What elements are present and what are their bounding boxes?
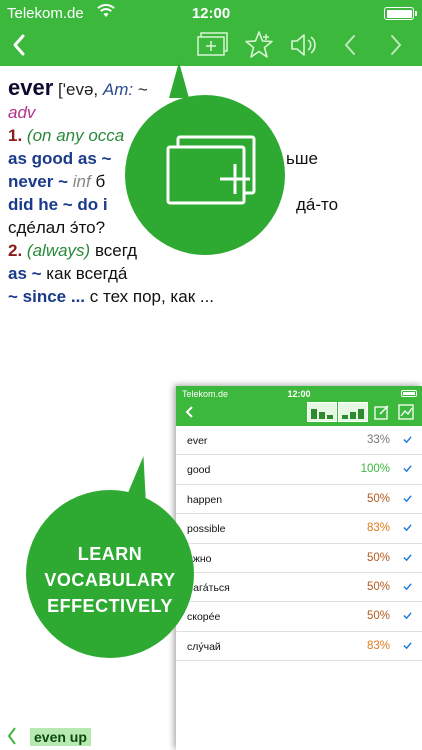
vocabulary-list: ever 33% good 100% happen 50% possible 83% óжно 5… (176, 426, 422, 662)
learn-line: EFFECTIVELY (47, 596, 173, 616)
sort-progress-asc-button[interactable] (338, 402, 368, 422)
bottom-back-button[interactable] (6, 726, 18, 750)
next-entry-link[interactable]: even up (30, 728, 91, 746)
phrase-translation: дá-то (296, 195, 339, 214)
bar-sort-icon (311, 409, 333, 419)
checkmark-icon[interactable] (403, 611, 412, 620)
phrase-link[interactable]: never ~ (8, 172, 68, 191)
previous-icon (344, 35, 355, 55)
back-chevron-icon (7, 727, 16, 745)
status-clock: 12:00 (191, 5, 231, 22)
top-bar: Telekom.de 12:00 (0, 0, 422, 66)
part-of-speech: adv (8, 103, 36, 122)
checkmark-icon[interactable] (403, 464, 412, 473)
phrase-link[interactable]: ~ since ... (8, 287, 85, 306)
vocab-word: good (187, 464, 211, 477)
table-row[interactable]: скорée 50% (176, 602, 422, 632)
table-row[interactable]: ever 33% (176, 426, 422, 456)
table-row[interactable]: лагáться 50% (176, 573, 422, 603)
edit-icon (374, 405, 389, 420)
vocab-progress: 50% (366, 551, 390, 564)
vocab-progress: 50% (366, 580, 390, 593)
edit-button[interactable] (373, 402, 391, 422)
previous-entry-button[interactable] (336, 27, 364, 63)
vocab-progress: 33% (366, 434, 390, 446)
phrase-translation: б (95, 172, 106, 191)
callout-tail (169, 62, 189, 98)
bar-sort-icon (342, 409, 364, 419)
add-card-icon (166, 135, 256, 205)
checkmark-icon[interactable] (403, 494, 412, 503)
status-bar: Telekom.de 12:00 (0, 0, 422, 26)
phrase-translation: ьше (286, 149, 318, 168)
pronounce-button[interactable] (287, 27, 321, 63)
sense-gloss-2: (always) (26, 241, 91, 260)
vocab-progress: 83% (366, 639, 390, 652)
vocabulary-inset: Telekom.de 12:00 ever 33% good 100% happen 50… (176, 386, 422, 750)
battery-icon (401, 390, 417, 397)
phrase-link[interactable]: did he ~ do i (8, 195, 108, 214)
vocab-word: ever (187, 435, 208, 447)
back-chevron-icon (13, 34, 25, 56)
table-row[interactable]: possible 83% (176, 514, 422, 544)
phrase-link[interactable]: as good as ~ (8, 149, 111, 168)
next-entry-button[interactable] (382, 27, 410, 63)
headword: ever (8, 76, 54, 100)
inset-top-bar: Telekom.de 12:00 (176, 386, 422, 426)
learn-line: VOCABULARY (44, 570, 176, 590)
table-row[interactable]: good 100% (176, 455, 422, 485)
chart-icon (398, 404, 414, 420)
add-card-icon (197, 32, 228, 56)
vocab-progress: 83% (366, 522, 390, 535)
style-label: inf (72, 172, 91, 191)
inset-clock: 12:00 (287, 389, 311, 399)
learn-line: LEARN (77, 544, 143, 564)
sense-gloss-1: (on any occa (26, 126, 125, 145)
table-row[interactable]: óжно 50% (176, 544, 422, 573)
sort-progress-desc-button[interactable] (307, 402, 337, 422)
sense-number-2: 2. (8, 241, 23, 260)
vocab-progress: 100% (360, 463, 390, 476)
back-button[interactable] (4, 27, 34, 63)
vocab-word: слу́чай (187, 640, 221, 653)
checkmark-icon[interactable] (403, 523, 412, 532)
add-to-cards-button[interactable] (194, 27, 234, 63)
vocab-word: happen (187, 493, 223, 506)
back-chevron-icon (185, 406, 193, 418)
learn-vocabulary-callout: LEARN VOCABULARY EFFECTIVELY (26, 490, 194, 658)
checkmark-icon[interactable] (403, 435, 412, 444)
favorite-star-icon (245, 31, 273, 58)
phrase-link[interactable]: as ~ (8, 264, 42, 283)
learn-vocabulary-text: LEARN VOCABULARY EFFECTIVELY (26, 541, 194, 619)
speaker-icon (291, 34, 316, 56)
favorite-button[interactable] (242, 27, 276, 63)
phrase-translation: как всегдá (46, 264, 128, 283)
transcription: ['evə, (58, 80, 99, 99)
checkmark-icon[interactable] (403, 641, 412, 650)
table-row[interactable]: слу́чай 83% (176, 632, 422, 662)
sense-number-1: 1. (8, 126, 23, 145)
stats-button[interactable] (397, 402, 415, 422)
inset-back-button[interactable] (182, 402, 196, 422)
vocab-word: possible (187, 523, 226, 536)
battery-icon (384, 7, 417, 20)
checkmark-icon[interactable] (403, 582, 412, 591)
add-cards-callout (125, 95, 285, 255)
bottom-bar: even up (0, 722, 176, 750)
phrase-translation: с тех пор, как ... (89, 287, 215, 306)
checkmark-icon[interactable] (403, 553, 412, 562)
next-icon (391, 35, 402, 55)
table-row[interactable]: happen 50% (176, 485, 422, 515)
vocab-progress: 50% (366, 492, 390, 505)
vocab-progress: 50% (366, 610, 390, 623)
phrase-translation: сдéлал э́то? (8, 218, 106, 237)
